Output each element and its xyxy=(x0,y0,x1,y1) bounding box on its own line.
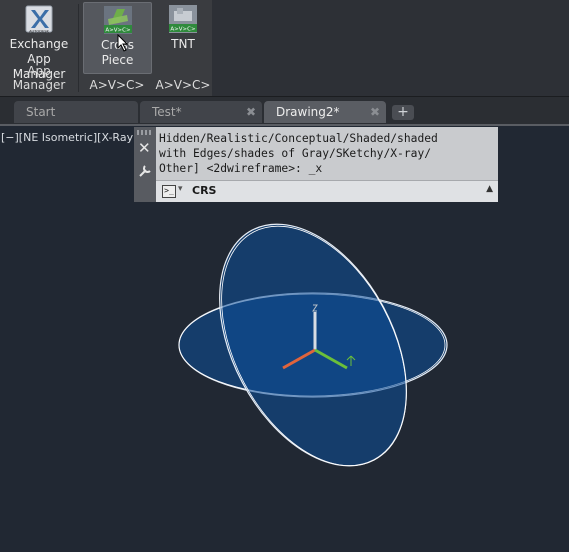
customize-icon[interactable] xyxy=(138,164,152,182)
close-icon[interactable]: ✕ xyxy=(138,139,151,157)
expand-history-icon[interactable]: ▲ xyxy=(486,184,493,194)
command-history: Hidden/Realistic/Conceptual/Shaded/shade… xyxy=(156,127,498,180)
command-prompt-icon[interactable]: >_ xyxy=(162,185,176,198)
command-input-value[interactable]: CRS xyxy=(192,184,216,197)
history-line: with Edges/shades of Gray/SKetchy/X-ray/ xyxy=(159,147,432,160)
history-line: Other] <2dwireframe>: _x xyxy=(159,162,323,175)
command-input[interactable]: >_ ▾ CRS ▲ xyxy=(156,180,498,202)
drawing-viewport[interactable] xyxy=(0,0,569,552)
command-window: ✕ Hidden/Realistic/Conceptual/Shaded/sha… xyxy=(134,127,498,202)
drag-handle[interactable] xyxy=(137,130,153,135)
history-line: Hidden/Realistic/Conceptual/Shaded/shade… xyxy=(159,132,438,145)
command-window-grip[interactable]: ✕ xyxy=(134,127,156,202)
sphere-ellipses xyxy=(178,223,448,467)
recent-commands-dropdown-icon[interactable]: ▾ xyxy=(178,184,183,194)
